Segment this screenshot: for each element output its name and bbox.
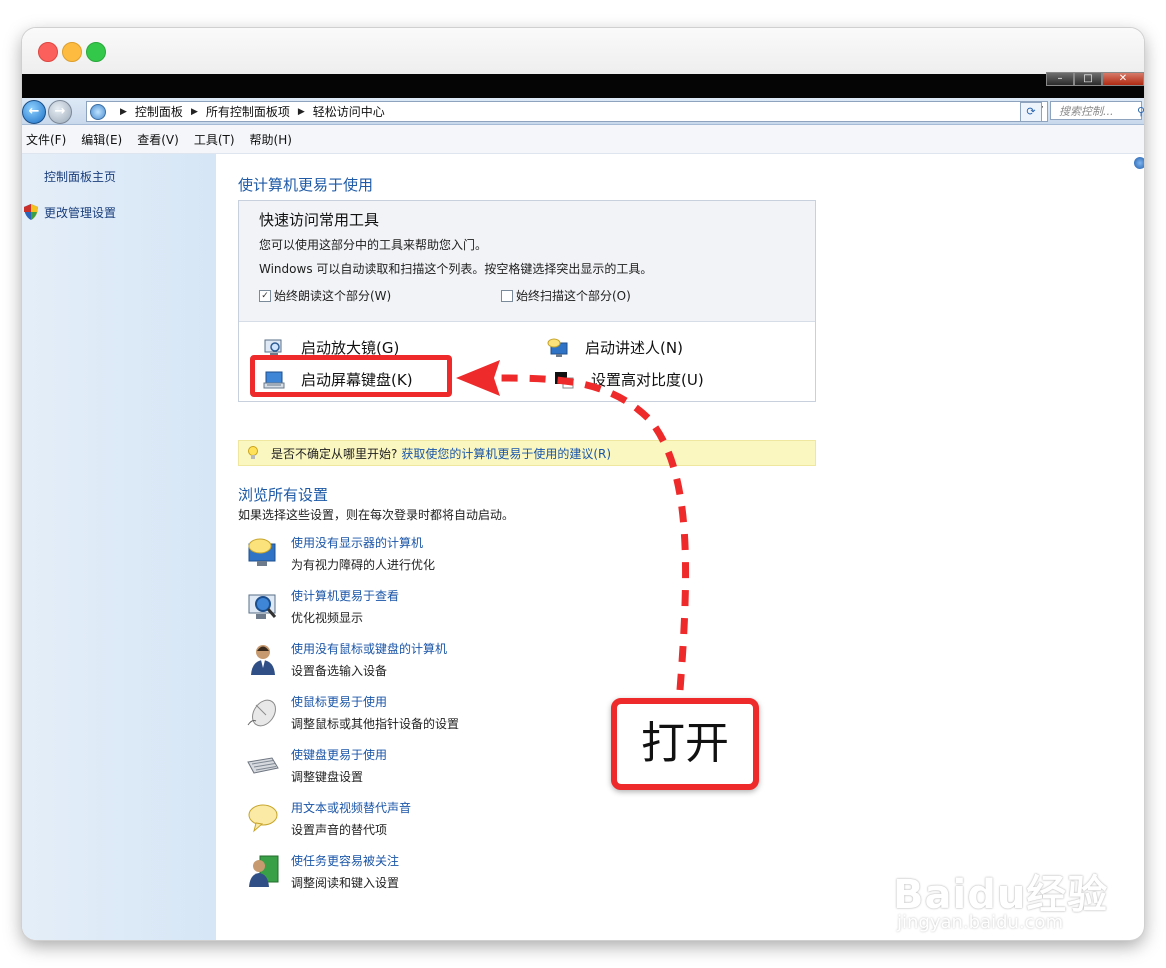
baidu-watermark: Baidu经验 jingyan.baidu.com <box>893 850 1108 944</box>
callout-label: 打开 <box>611 698 759 790</box>
watermark-sub: jingyan.baidu.com <box>897 912 1064 933</box>
annotation-arrow <box>456 360 690 691</box>
